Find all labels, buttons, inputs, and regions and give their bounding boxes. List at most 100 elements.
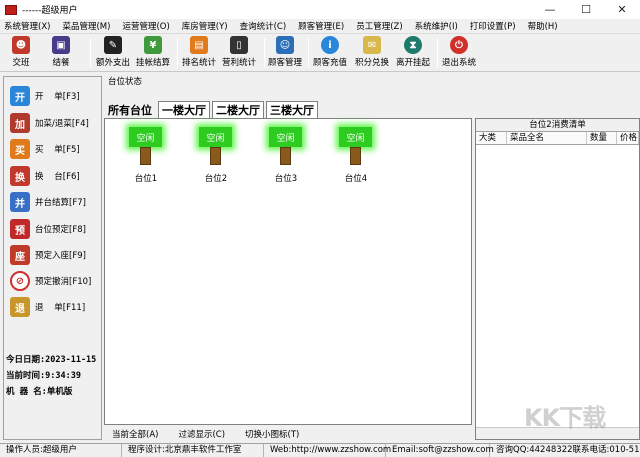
- sidebar-label: 并台结算[F7]: [35, 198, 86, 208]
- toolbar-customer-mgmt-button[interactable]: ☺ 顾客管理: [268, 36, 302, 70]
- designer-label: 程序设计:北京鼎丰软件工作室: [122, 444, 264, 457]
- menu-staff[interactable]: 员工管理(Z): [356, 20, 402, 32]
- sidebar-label: 加菜/退菜[F4]: [35, 119, 89, 129]
- tv-icon: ▣: [52, 36, 70, 54]
- toolbar-shift-button[interactable]: ☻ 交班: [12, 36, 30, 70]
- toolbar-separator: [177, 38, 178, 68]
- swap-table-button[interactable]: 换 换 台[F6]: [10, 163, 98, 189]
- menu-dishes[interactable]: 菜品管理(M): [62, 20, 110, 32]
- table-label: 台位2: [204, 174, 228, 184]
- toolbar-separator: [264, 38, 265, 68]
- open-order-button[interactable]: 开 开 单[F3]: [10, 83, 98, 109]
- toolbar-label: 顾客管理: [268, 58, 303, 68]
- toolbar-label: 结餐: [52, 58, 70, 68]
- toolbar-label: 排名统计: [182, 58, 217, 68]
- toolbar-label: 营利统计: [222, 58, 257, 68]
- table-grid: 空闲 台位1 空闲 台位2 空闲 台位3 空闲 台位4: [104, 118, 472, 425]
- col-dish-name[interactable]: 菜品全名: [507, 132, 587, 144]
- toolbar-close-meal-button[interactable]: ▣ 结餐: [52, 36, 70, 70]
- toolbar-credit-settle-button[interactable]: ¥ 挂帐结算: [136, 36, 170, 70]
- reserve-seat-button[interactable]: 座 预定入座[F9]: [10, 242, 98, 268]
- date-label: 今日日期:2023-11-15: [6, 355, 97, 365]
- filter-link[interactable]: 过滤显示(C): [178, 428, 225, 440]
- merge-table-button[interactable]: 并 并台结算[F7]: [10, 189, 98, 215]
- menu-operations[interactable]: 运营管理(O): [122, 20, 169, 32]
- tab-floor1-hall[interactable]: 一楼大厅: [158, 101, 210, 118]
- card-icon: ▤: [190, 36, 208, 54]
- merge-table-icon: 并: [10, 192, 30, 212]
- refund-icon: 退: [10, 297, 30, 317]
- add-dish-button[interactable]: 加 加菜/退菜[F4]: [10, 110, 98, 136]
- tab-floor3-hall[interactable]: 三楼大厅: [266, 101, 318, 118]
- table-label: 台位1: [134, 174, 158, 184]
- phone-icon: ▯: [230, 36, 248, 54]
- reserve-table-button[interactable]: 预 台位预定[F8]: [10, 216, 98, 242]
- hourglass-icon: ⧗: [404, 36, 422, 54]
- menu-bar: 系统管理(X) 菜品管理(M) 运营管理(O) 库房管理(Y) 查询统计(C) …: [0, 19, 640, 34]
- toolbar-expense-button[interactable]: ✎ 额外支出: [96, 36, 130, 70]
- toolbar-recharge-button[interactable]: i 顾客充值: [313, 36, 347, 70]
- sign-post: [350, 147, 361, 165]
- menu-maintenance[interactable]: 系统维护(I): [415, 20, 458, 32]
- table-card[interactable]: 空闲 台位1: [119, 127, 179, 187]
- sidebar-label: 换 台[F6]: [35, 172, 80, 182]
- close-button[interactable]: ✕: [604, 0, 640, 19]
- pay-button[interactable]: 买 买 单[F5]: [10, 136, 98, 162]
- window-title: ------超级用户: [22, 6, 78, 16]
- toolbar-label: 顾客充值: [313, 58, 348, 68]
- menu-system[interactable]: 系统管理(X): [4, 20, 50, 32]
- toolbar-label: 挂帐结算: [136, 58, 171, 68]
- sign-post: [280, 147, 291, 165]
- col-quantity[interactable]: 数量: [587, 132, 617, 144]
- toolbar-profit-button[interactable]: ▯ 营利统计: [222, 36, 256, 70]
- table-status-sign: 空闲: [269, 127, 302, 147]
- order-panel-title: 台位2消费清单: [476, 119, 639, 132]
- tab-all-tables[interactable]: 所有台位: [104, 101, 156, 118]
- pay-icon: 买: [10, 139, 30, 159]
- sidebar: 开 开 单[F3] 加 加菜/退菜[F4] 买 买 单[F5] 换 换 台[F6…: [3, 76, 102, 440]
- col-price[interactable]: 价格: [617, 132, 639, 144]
- refund-button[interactable]: 退 退 单[F11]: [10, 294, 98, 320]
- table-label: 台位3: [274, 174, 298, 184]
- view-links: 当前全部(A) 过滤显示(C) 切换小图标(T): [104, 428, 311, 440]
- contact-label: 咨询QQ:44248322联系电话:010-516: [496, 445, 640, 455]
- small-icon-toggle-link[interactable]: 切换小图标(T): [245, 428, 299, 440]
- menu-help[interactable]: 帮助(H): [528, 20, 558, 32]
- cancel-reservation-button[interactable]: ⊘ 预定撤消[F10]: [10, 268, 98, 294]
- app-icon: [5, 4, 17, 15]
- power-icon: ⏻: [450, 36, 468, 54]
- reserve-icon: 预: [10, 219, 30, 239]
- cancel-icon: ⊘: [10, 271, 30, 291]
- menu-warehouse[interactable]: 库房管理(Y): [182, 20, 228, 32]
- operator-label: 操作人员:超级用户: [0, 444, 122, 457]
- tab-floor2-hall[interactable]: 二楼大厅: [212, 101, 264, 118]
- table-card[interactable]: 空闲 台位4: [329, 127, 389, 187]
- minimize-button[interactable]: —: [532, 0, 568, 19]
- toolbar-separator: [437, 38, 438, 68]
- toolbar: ☻ 交班 ▣ 结餐 ✎ 额外支出 ¥ 挂帐结算 ▤ 排名统计 ▯ 营利统计 ☺ …: [0, 34, 640, 72]
- toolbar-exit-button[interactable]: ⏻ 退出系统: [442, 36, 476, 70]
- menu-customers[interactable]: 顾客管理(E): [298, 20, 344, 32]
- maximize-button[interactable]: ☐: [568, 0, 604, 19]
- table-status-sign: 空闲: [339, 127, 372, 147]
- watermark: KK下载: [524, 404, 606, 432]
- table-card[interactable]: 空闲 台位2: [189, 127, 249, 187]
- table-label: 台位4: [344, 174, 368, 184]
- website-label: Web:http://www.zzshow.com: [264, 444, 391, 457]
- toolbar-suspend-button[interactable]: ⧗ 离开挂起: [396, 36, 430, 70]
- menu-query[interactable]: 查询统计(C): [240, 20, 287, 32]
- toolbar-label: 退出系统: [442, 58, 477, 68]
- open-order-icon: 开: [10, 86, 30, 106]
- order-panel: 台位2消费清单 大类 菜品全名 数量 价格: [475, 118, 640, 440]
- sidebar-label: 台位预定[F8]: [35, 225, 86, 235]
- sidebar-label: 预定入座[F9]: [35, 251, 86, 261]
- toolbar-separator: [90, 38, 91, 68]
- col-category[interactable]: 大类: [476, 132, 507, 144]
- toolbar-ranking-button[interactable]: ▤ 排名统计: [182, 36, 216, 70]
- info-icon: i: [321, 36, 339, 54]
- toolbar-points-button[interactable]: ✉ 积分兑换: [355, 36, 389, 70]
- sidebar-label: 预定撤消[F10]: [35, 277, 92, 287]
- table-card[interactable]: 空闲 台位3: [259, 127, 319, 187]
- show-all-link[interactable]: 当前全部(A): [112, 428, 158, 440]
- menu-print[interactable]: 打印设置(P): [470, 20, 516, 32]
